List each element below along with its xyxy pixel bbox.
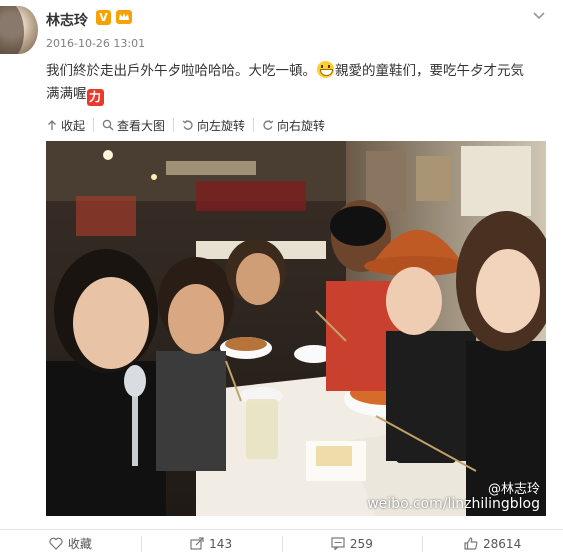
post-photo[interactable]: @林志玲 weibo.com/linzhilingblog: [46, 141, 546, 516]
rotate-right-label: 向右旋转: [277, 118, 326, 133]
chevron-down-icon[interactable]: [532, 8, 546, 22]
grinning-face-emoji-icon: [317, 61, 334, 78]
comment-icon: [331, 537, 345, 550]
magnifier-icon: [102, 119, 114, 131]
toolbar-divider: [93, 118, 95, 132]
post-text-part2: 親愛的童鞋们，要吃午歺才元気: [335, 63, 524, 79]
group-lunch-photo: [46, 141, 546, 516]
share-icon: [190, 537, 204, 550]
rotate-left-label: 向左旋转: [197, 118, 246, 133]
post-actions-bar: 收藏 143 259 28614: [0, 529, 563, 557]
author-avatar[interactable]: [0, 6, 38, 54]
post-text-part3: 满满喔: [46, 86, 87, 102]
power-emoji-icon: 力: [86, 89, 104, 106]
arrow-up-icon: [48, 120, 56, 130]
repost-button[interactable]: 143: [140, 530, 282, 557]
toolbar-divider: [173, 118, 175, 132]
view-large-label: 查看大图: [117, 118, 166, 133]
thumbs-up-icon: [464, 537, 478, 550]
favorite-label: 收藏: [67, 537, 92, 551]
toolbar-divider: [253, 118, 255, 132]
watermark-url: weibo.com/linzhilingblog: [367, 496, 540, 512]
comment-button[interactable]: 259: [281, 530, 423, 557]
vip-crown-icon[interactable]: [115, 9, 133, 25]
collapse-button[interactable]: 收起: [46, 117, 85, 134]
favorite-button[interactable]: 收藏: [0, 530, 141, 557]
watermark-user: @林志玲: [487, 482, 540, 497]
media-toolbar: 收起 查看大图 向左旋转 向右旋转: [46, 116, 325, 134]
rotate-left-icon: [182, 120, 193, 130]
post-text-part1: 我们終於走出戶外午歺啦哈哈哈。大吃一頓。: [46, 63, 316, 79]
repost-count: 143: [209, 536, 233, 551]
post-timestamp[interactable]: 2016-10-26 13:01: [46, 37, 145, 50]
like-count: 28614: [483, 536, 522, 551]
verified-v-badge[interactable]: V: [96, 10, 111, 25]
rotate-left-button[interactable]: 向左旋转: [182, 117, 245, 134]
rotate-right-icon: [263, 120, 274, 130]
author-name[interactable]: 林志玲: [46, 10, 88, 30]
post-text: 我们終於走出戶外午歺啦哈哈哈。大吃一頓。 親愛的童鞋们，要吃午歺才元気 满满喔力: [46, 60, 556, 106]
collapse-label: 收起: [61, 118, 86, 133]
view-large-button[interactable]: 查看大图: [102, 117, 165, 134]
comment-count: 259: [349, 536, 373, 551]
heart-outline-icon: [49, 537, 63, 550]
like-button[interactable]: 28614: [422, 530, 563, 557]
rotate-right-button[interactable]: 向右旋转: [262, 117, 325, 134]
photo-watermark: @林志玲 weibo.com/linzhilingblog: [367, 482, 540, 512]
